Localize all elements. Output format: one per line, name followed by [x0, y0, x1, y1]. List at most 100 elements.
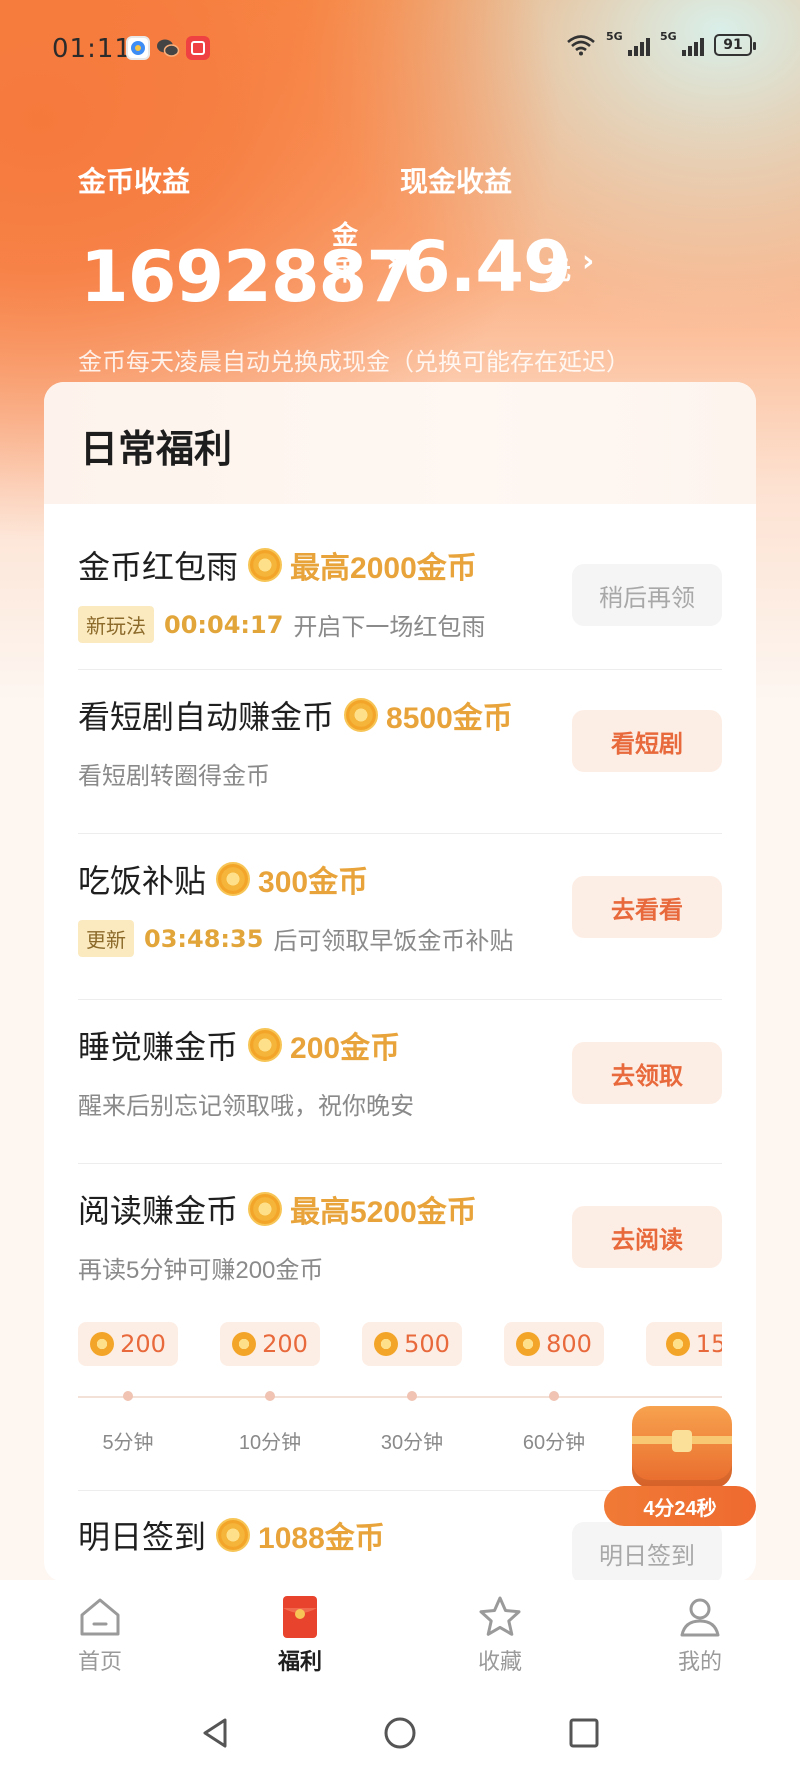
exchange-note: 金币每天凌晨自动兑换成现金（兑换可能存在延迟） — [78, 349, 630, 376]
home-circle-icon[interactable] — [383, 1716, 417, 1750]
progress-amount: 800 — [546, 1330, 592, 1358]
progress-reward-pill: 15 — [646, 1322, 722, 1366]
nav-benefits[interactable]: 福利 — [240, 1594, 360, 1676]
task-title: 看短剧自动赚金币 — [78, 699, 335, 735]
coin-icon — [90, 1332, 115, 1356]
wifi-icon — [567, 35, 595, 56]
progress-label: 5分钟 — [102, 1432, 154, 1454]
daily-benefits-card: 日常福利 金币红包雨 最高2000金币 新玩法 00:04:17 开启下一场红包… — [44, 382, 756, 1582]
progress-step[interactable]: 800 — [504, 1322, 604, 1366]
progress-dot — [549, 1391, 559, 1401]
coin-earnings-label: 金币收益 — [78, 166, 191, 197]
progress-label: 30分钟 — [380, 1432, 444, 1454]
coin-earnings-value[interactable]: 1692887 — [80, 236, 415, 318]
battery-icon: 91 — [714, 34, 756, 56]
treasure-chest-icon — [632, 1406, 732, 1488]
task-reward: 300金币 — [258, 866, 369, 899]
status-indicators: 5G 5G 91 — [566, 30, 756, 56]
user-icon — [677, 1594, 723, 1640]
nav-profile[interactable]: 我的 — [640, 1594, 760, 1676]
task-sub-text: 醒来后别忘记领取哦，祝你晚安 — [78, 1093, 414, 1120]
progress-label: 60分钟 — [522, 1432, 586, 1454]
nav-home[interactable]: 首页 — [40, 1594, 160, 1676]
progress-dot — [265, 1391, 275, 1401]
coin-icon — [216, 862, 251, 896]
task-item: 吃饭补贴 300金币 更新 03:48:35 后可领取早饭金币补贴 去看看 — [78, 856, 722, 957]
coin-unit-char: 金 — [331, 221, 358, 251]
progress-reward-pill: 200 — [220, 1322, 320, 1366]
watch-drama-button[interactable]: 看短剧 — [572, 710, 722, 772]
task-sub-text: 看短剧转圈得金币 — [78, 763, 270, 790]
coin-icon — [216, 1518, 251, 1552]
coin-unit: 金 币 — [330, 218, 360, 290]
cash-earnings-label: 现金收益 — [400, 166, 513, 197]
progress-reward-pill: 200 — [78, 1322, 178, 1366]
chest-timer: 4分24秒 — [604, 1486, 756, 1526]
task-title: 金币红包雨 — [78, 549, 239, 585]
progress-step[interactable]: 200 — [78, 1322, 178, 1366]
bottom-nav: 首页 福利 收藏 我的 — [0, 1580, 800, 1690]
chevron-right-icon[interactable]: › — [582, 244, 594, 279]
coin-icon — [516, 1332, 541, 1356]
task-reward: 1088金币 — [258, 1522, 385, 1555]
signal-icon: 5G — [606, 30, 650, 56]
home-icon — [77, 1594, 123, 1640]
task-item: 看短剧自动赚金币 8500金币 看短剧转圈得金币 看短剧 — [78, 692, 722, 792]
nav-label: 首页 — [77, 1649, 122, 1674]
task-title: 阅读赚金币 — [78, 1193, 239, 1229]
divider — [78, 669, 722, 670]
back-icon[interactable] — [199, 1716, 233, 1750]
progress-amount: 200 — [120, 1330, 166, 1358]
progress-step[interactable]: 500 — [362, 1322, 462, 1366]
task-item: 金币红包雨 最高2000金币 新玩法 00:04:17 开启下一场红包雨 稍后再… — [78, 542, 722, 643]
task-sub-text: 后可领取早饭金币补贴 — [273, 928, 514, 955]
progress-step[interactable]: 200 — [220, 1322, 320, 1366]
chevron-right-icon[interactable]: › — [386, 244, 398, 279]
treasure-chest-widget[interactable]: 4分24秒 — [604, 1406, 756, 1526]
progress-amount: 500 — [404, 1330, 450, 1358]
divider — [78, 1163, 722, 1164]
nav-favorites[interactable]: 收藏 — [440, 1594, 560, 1676]
claim-later-button[interactable]: 稍后再领 — [572, 564, 722, 626]
recents-icon[interactable] — [567, 1716, 601, 1750]
progress-reward-pill: 800 — [504, 1322, 604, 1366]
coin-icon — [665, 1332, 690, 1356]
go-see-button[interactable]: 去看看 — [572, 876, 722, 938]
task-item: 阅读赚金币 最高5200金币 再读5分钟可赚200金币 去阅读 — [78, 1186, 722, 1286]
coin-icon — [248, 1028, 283, 1062]
progress-step[interactable]: 15 — [646, 1322, 722, 1366]
network-type: 5G — [660, 30, 677, 43]
task-item: 睡觉赚金币 200金币 醒来后别忘记领取哦，祝你晚安 去领取 — [78, 1022, 722, 1122]
go-read-button[interactable]: 去阅读 — [572, 1206, 722, 1268]
coin-unit-char: 币 — [331, 257, 358, 287]
cash-unit: 元 — [545, 256, 572, 286]
coin-icon — [248, 548, 283, 582]
coin-icon — [344, 698, 379, 732]
signal-icon: 5G — [660, 30, 704, 56]
red-packet-icon — [277, 1594, 323, 1640]
update-badge: 更新 — [78, 920, 134, 957]
task-sub-text: 开启下一场红包雨 — [293, 614, 486, 641]
countdown-timer: 00:04:17 — [164, 610, 284, 639]
task-reward: 8500金币 — [386, 702, 513, 735]
task-title: 吃饭补贴 — [78, 863, 207, 899]
nav-label: 我的 — [677, 1649, 722, 1674]
app-notification-icon — [186, 36, 210, 60]
progress-dot — [407, 1391, 417, 1401]
go-claim-button[interactable]: 去领取 — [572, 1042, 722, 1104]
task-reward: 最高5200金币 — [290, 1196, 477, 1229]
app-notification-icon — [126, 36, 150, 60]
progress-dot — [123, 1391, 133, 1401]
task-title: 明日签到 — [78, 1519, 207, 1555]
sign-in-tomorrow-button[interactable]: 明日签到 — [572, 1522, 722, 1582]
progress-amount: 200 — [262, 1330, 308, 1358]
new-badge: 新玩法 — [78, 606, 154, 643]
task-title: 睡觉赚金币 — [78, 1029, 239, 1065]
progress-label: 10分钟 — [238, 1432, 302, 1454]
network-type: 5G — [606, 30, 623, 43]
divider — [78, 833, 722, 834]
progress-amount: 15 — [695, 1330, 722, 1358]
task-reward: 最高2000金币 — [290, 552, 477, 585]
countdown-timer: 03:48:35 — [144, 924, 264, 953]
system-nav-bar — [0, 1690, 800, 1776]
